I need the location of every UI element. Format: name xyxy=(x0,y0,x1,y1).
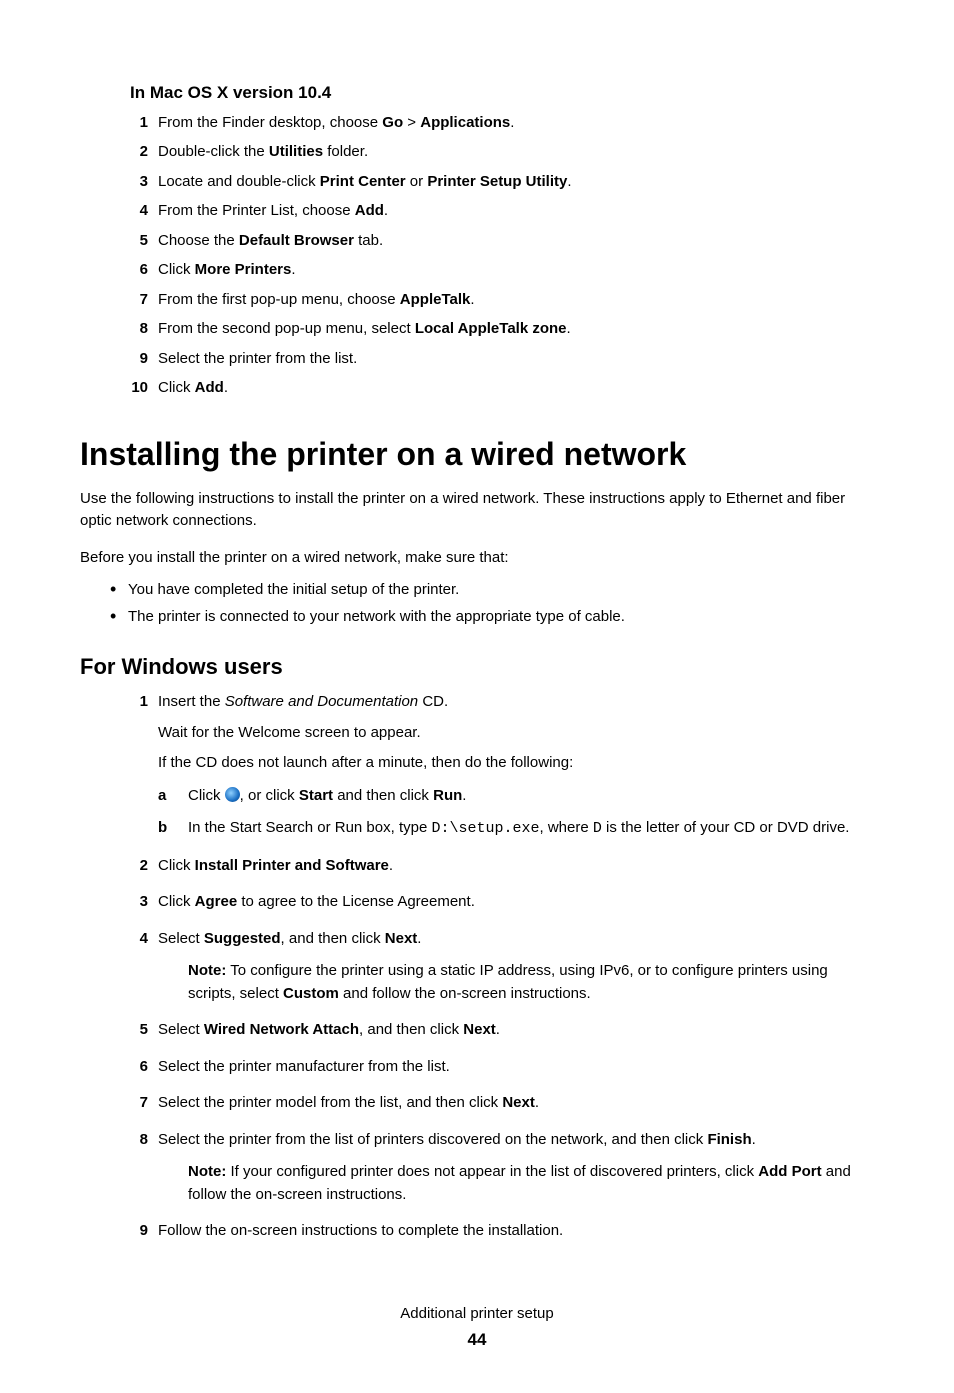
step-number: 3 xyxy=(120,171,148,194)
install-intro-1: Use the following instructions to instal… xyxy=(80,488,874,533)
step-number: 7 xyxy=(120,289,148,312)
footer-page-number: 44 xyxy=(80,1327,874,1353)
note: Note: To configure the printer using a s… xyxy=(158,960,874,1005)
list-item: The printer is connected to your network… xyxy=(110,606,874,629)
step-number: 1 xyxy=(120,112,148,135)
list-item: 8Select the printer from the list of pri… xyxy=(80,1129,874,1207)
heading-install: Installing the printer on a wired networ… xyxy=(80,430,874,478)
list-item: 5Choose the Default Browser tab. xyxy=(80,230,874,253)
list-item: 3Locate and double-click Print Center or… xyxy=(80,171,874,194)
list-item: 10Click Add. xyxy=(80,377,874,400)
step-number: 9 xyxy=(120,1220,148,1243)
list-item: 7From the first pop-up menu, choose Appl… xyxy=(80,289,874,312)
list-item: bIn the Start Search or Run box, type D:… xyxy=(158,817,874,841)
step-number: 8 xyxy=(120,1129,148,1152)
step-letter: b xyxy=(158,817,176,840)
install-bullets: You have completed the initial setup of … xyxy=(80,579,874,628)
step-number: 5 xyxy=(120,1019,148,1042)
step-letter: a xyxy=(158,785,176,808)
sub-paragraph: Wait for the Welcome screen to appear. xyxy=(158,722,874,745)
list-item: 3Click Agree to agree to the License Agr… xyxy=(80,891,874,914)
list-item: 6Click More Printers. xyxy=(80,259,874,282)
step-number: 4 xyxy=(120,200,148,223)
step-number: 10 xyxy=(120,377,148,400)
list-item: aClick , or click Start and then click R… xyxy=(158,785,874,808)
step-number: 6 xyxy=(120,259,148,282)
step-number: 5 xyxy=(120,230,148,253)
step-number: 2 xyxy=(120,855,148,878)
step-number: 2 xyxy=(120,141,148,164)
windows-start-icon xyxy=(225,787,240,802)
list-item: 6Select the printer manufacturer from th… xyxy=(80,1056,874,1079)
list-item: 9Follow the on-screen instructions to co… xyxy=(80,1220,874,1243)
step-number: 9 xyxy=(120,348,148,371)
page-footer: Additional printer setup 44 xyxy=(80,1303,874,1353)
heading-mac: In Mac OS X version 10.4 xyxy=(80,80,874,106)
list-item: You have completed the initial setup of … xyxy=(110,579,874,602)
list-item: 2Double-click the Utilities folder. xyxy=(80,141,874,164)
step-number: 1 xyxy=(120,691,148,714)
list-item: 2Click Install Printer and Software. xyxy=(80,855,874,878)
windows-steps-list: 1Insert the Software and Documentation C… xyxy=(80,691,874,1243)
list-item: 7Select the printer model from the list,… xyxy=(80,1092,874,1115)
note: Note: If your configured printer does no… xyxy=(158,1161,874,1206)
step-number: 7 xyxy=(120,1092,148,1115)
list-item: 4Select Suggested, and then click Next.N… xyxy=(80,928,874,1006)
list-item: 1Insert the Software and Documentation C… xyxy=(80,691,874,841)
step-number: 3 xyxy=(120,891,148,914)
sub-paragraph: If the CD does not launch after a minute… xyxy=(158,752,874,775)
step-number: 8 xyxy=(120,318,148,341)
alpha-list: aClick , or click Start and then click R… xyxy=(158,785,874,841)
heading-windows: For Windows users xyxy=(80,650,874,683)
footer-section-title: Additional printer setup xyxy=(80,1303,874,1326)
list-item: 8From the second pop-up menu, select Loc… xyxy=(80,318,874,341)
list-item: 1From the Finder desktop, choose Go > Ap… xyxy=(80,112,874,135)
install-intro-2: Before you install the printer on a wire… xyxy=(80,547,874,570)
step-number: 6 xyxy=(120,1056,148,1079)
step-number: 4 xyxy=(120,928,148,951)
mac-steps-list: 1From the Finder desktop, choose Go > Ap… xyxy=(80,112,874,400)
list-item: 4From the Printer List, choose Add. xyxy=(80,200,874,223)
list-item: 5Select Wired Network Attach, and then c… xyxy=(80,1019,874,1042)
list-item: 9Select the printer from the list. xyxy=(80,348,874,371)
